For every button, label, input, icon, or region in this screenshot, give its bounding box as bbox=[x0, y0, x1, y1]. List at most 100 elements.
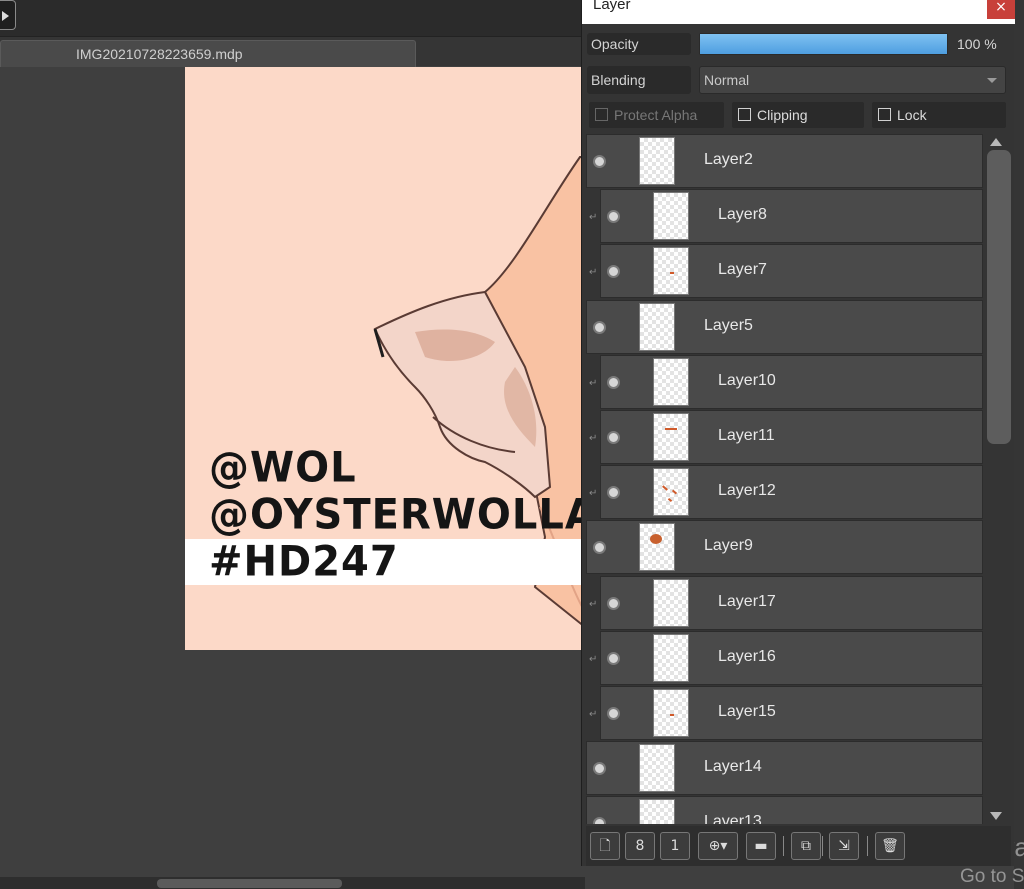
layer-thumbnail bbox=[639, 137, 675, 185]
layer-name: Layer17 bbox=[718, 592, 776, 610]
close-button[interactable]: × bbox=[987, 0, 1015, 19]
layer-name: Layer8 bbox=[718, 206, 767, 224]
layer-row[interactable]: ↵ Layer10 bbox=[589, 354, 983, 409]
layer-thumbnail bbox=[653, 689, 689, 737]
layer-thumbnail bbox=[653, 633, 689, 682]
play-button[interactable] bbox=[0, 0, 16, 30]
layer-row[interactable]: Layer2 bbox=[586, 134, 983, 188]
duplicate-layer-button[interactable]: ⧉ bbox=[791, 832, 821, 860]
layer-panel: Layer × Opacity 100 % Blending Normal Pr… bbox=[581, 0, 1015, 866]
drawing-canvas[interactable]: @WOL @OYSTERWOLLA #HD247 bbox=[185, 67, 585, 650]
protect-alpha-checkbox[interactable]: Protect Alpha bbox=[589, 102, 724, 128]
visibility-eye-icon[interactable] bbox=[607, 596, 620, 610]
layer-row[interactable]: ↵ Layer11 bbox=[589, 410, 983, 464]
layer-row[interactable]: ↵ Layer17 bbox=[589, 575, 983, 630]
visibility-eye-icon[interactable] bbox=[593, 817, 606, 824]
new-8bit-layer-button[interactable]: 8 bbox=[625, 832, 655, 860]
visibility-eye-icon[interactable] bbox=[593, 762, 606, 776]
visibility-eye-icon[interactable] bbox=[593, 541, 606, 555]
toolbar-divider bbox=[822, 836, 823, 856]
thumbnail-mark bbox=[662, 485, 668, 491]
watermark-line-3: #HD247 bbox=[209, 537, 399, 587]
visibility-eye-icon[interactable] bbox=[607, 431, 620, 444]
visibility-eye-icon[interactable] bbox=[607, 210, 620, 224]
new-1bit-layer-button[interactable]: 1 bbox=[660, 832, 690, 860]
scrollbar-thumb[interactable] bbox=[157, 879, 342, 888]
layer-name: Layer15 bbox=[718, 703, 776, 720]
layer-row[interactable]: ↵ Layer12 bbox=[589, 465, 983, 520]
opacity-value[interactable]: 100 % bbox=[954, 33, 1010, 55]
layer-list-scrollbar[interactable] bbox=[985, 134, 1011, 824]
thumbnail-mark bbox=[667, 498, 673, 503]
layer-thumbnail bbox=[639, 744, 675, 793]
layer-name: Layer16 bbox=[718, 647, 776, 665]
layer-name: Layer9 bbox=[704, 537, 753, 555]
checkbox-icon bbox=[595, 108, 608, 121]
clip-arrow-icon: ↵ bbox=[589, 488, 598, 500]
scroll-down-icon[interactable] bbox=[990, 812, 1002, 820]
layer-row[interactable]: Layer9 bbox=[586, 520, 983, 575]
clipping-checkbox[interactable]: Clipping bbox=[732, 102, 864, 128]
blending-select[interactable]: Normal bbox=[699, 66, 1006, 94]
layer-thumbnail bbox=[653, 468, 689, 517]
layer-row[interactable]: ↵ Layer15 bbox=[589, 686, 983, 740]
layer-panel-titlebar[interactable]: Layer × bbox=[582, 0, 1015, 24]
visibility-eye-icon[interactable] bbox=[607, 375, 620, 389]
document-tab[interactable]: IMG20210728223659.mdp bbox=[0, 40, 416, 67]
add-layer-menu-button[interactable]: ⊕▾ bbox=[698, 832, 738, 860]
layer-row[interactable]: ↵ Layer7 bbox=[589, 244, 983, 299]
scroll-up-icon[interactable] bbox=[990, 138, 1002, 146]
os-watermark-line-2: Go to S bbox=[960, 866, 1024, 887]
merge-down-button[interactable]: ⇲ bbox=[829, 832, 859, 860]
layer-row[interactable]: ↵ Layer8 bbox=[589, 189, 983, 244]
visibility-eye-icon[interactable] bbox=[607, 486, 620, 500]
clipping-label: Clipping bbox=[757, 107, 808, 123]
layer-name: Layer10 bbox=[718, 371, 776, 389]
clip-arrow-icon: ↵ bbox=[589, 433, 598, 444]
layer-name: Layer13 bbox=[704, 813, 762, 824]
visibility-eye-icon[interactable] bbox=[607, 265, 620, 279]
layer-thumbnail bbox=[653, 357, 689, 406]
lock-label: Lock bbox=[897, 107, 927, 123]
layer-thumbnail bbox=[639, 302, 675, 351]
toolbar-divider bbox=[867, 836, 868, 856]
layer-thumbnail bbox=[653, 578, 689, 627]
visibility-eye-icon[interactable] bbox=[593, 320, 606, 334]
layer-thumbnail bbox=[639, 523, 675, 572]
new-layer-button[interactable]: 🗋 bbox=[590, 832, 620, 860]
play-icon bbox=[2, 11, 9, 21]
canvas-horizontal-scrollbar[interactable] bbox=[0, 877, 585, 889]
lock-checkbox[interactable]: Lock bbox=[872, 102, 1006, 128]
layer-row[interactable]: Layer14 bbox=[586, 741, 983, 796]
clip-arrow-icon: ↵ bbox=[589, 267, 598, 279]
watermark-line-2: @OYSTERWOLLA bbox=[209, 490, 585, 540]
thumbnail-mark bbox=[671, 489, 678, 495]
scrollbar-thumb[interactable] bbox=[987, 150, 1011, 444]
folder-button[interactable]: ▬ bbox=[746, 832, 776, 860]
layer-name: Layer12 bbox=[718, 482, 776, 500]
toolbar-divider bbox=[783, 836, 784, 856]
chevron-down-icon bbox=[987, 78, 997, 83]
layer-panel-title: Layer bbox=[593, 0, 631, 13]
layer-name: Layer5 bbox=[704, 316, 753, 334]
layer-thumbnail bbox=[639, 799, 675, 824]
opacity-slider-fill bbox=[700, 34, 947, 54]
delete-layer-button[interactable]: 🗑 bbox=[875, 832, 905, 860]
visibility-eye-icon[interactable] bbox=[593, 155, 606, 168]
layer-row[interactable]: Layer13 bbox=[586, 796, 983, 824]
protect-alpha-label: Protect Alpha bbox=[614, 107, 698, 123]
visibility-eye-icon[interactable] bbox=[607, 707, 620, 720]
layer-row[interactable]: ↵ Layer16 bbox=[589, 630, 983, 685]
opacity-slider[interactable] bbox=[699, 33, 948, 55]
layer-thumbnail bbox=[653, 247, 689, 296]
blending-label: Blending bbox=[587, 66, 691, 94]
checkbox-icon bbox=[738, 108, 751, 121]
layer-row[interactable]: Layer5 bbox=[586, 299, 983, 354]
watermark-line-1: @WOL bbox=[209, 443, 357, 493]
layer-thumbnail bbox=[653, 192, 689, 241]
thumbnail-mark bbox=[670, 714, 674, 716]
visibility-eye-icon[interactable] bbox=[607, 651, 620, 665]
layer-list[interactable]: Layer2 ↵ Layer8 ↵ Layer7 Layer5 ↵ Layer10 ↵ Layer… bbox=[586, 134, 984, 824]
blending-value: Normal bbox=[704, 72, 750, 88]
layer-toolbar: 🗋 8 1 ⊕▾ ▬ ⧉ ⇲ 🗑 bbox=[586, 826, 1011, 866]
